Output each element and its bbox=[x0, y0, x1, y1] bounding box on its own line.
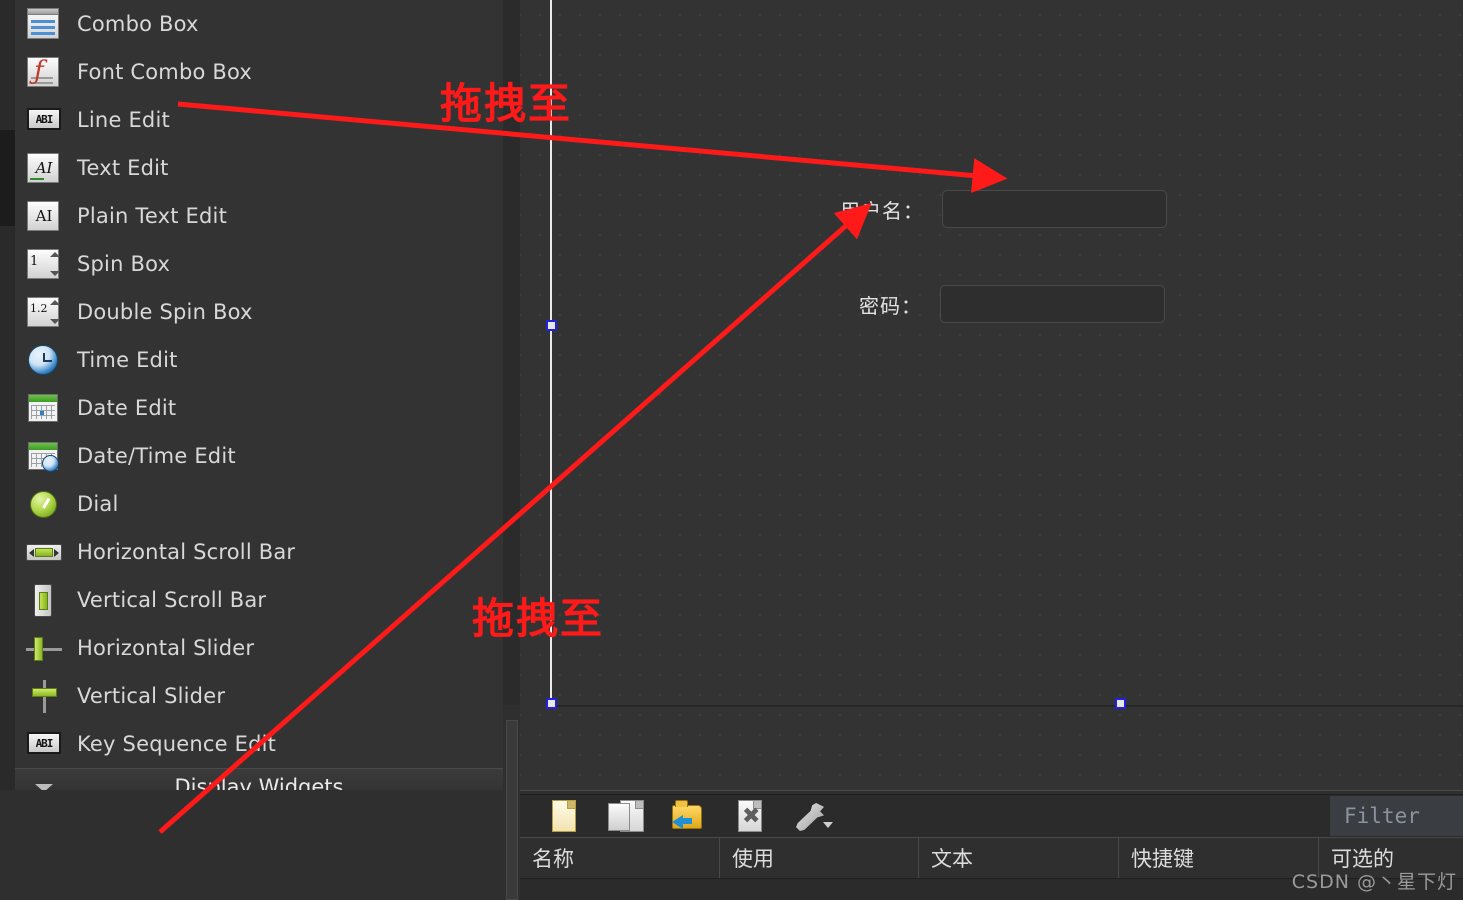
widget-item-text-edit[interactable]: AI Text Edit bbox=[15, 144, 503, 192]
column-header-text[interactable]: 文本 bbox=[919, 838, 1119, 878]
column-header-used[interactable]: 使用 bbox=[720, 838, 919, 878]
widget-item-label: Vertical Slider bbox=[77, 684, 226, 708]
action-filter-placeholder: Filter bbox=[1344, 804, 1420, 828]
dial-icon bbox=[24, 487, 64, 521]
widget-item-double-spin-box[interactable]: 1.2 Double Spin Box bbox=[15, 288, 503, 336]
widget-item-label: Key Sequence Edit bbox=[77, 732, 277, 756]
new-action-button[interactable] bbox=[542, 797, 586, 835]
widget-item-horizontal-scroll-bar[interactable]: Horizontal Scroll Bar bbox=[15, 528, 503, 576]
selection-handle-left-middle[interactable] bbox=[546, 320, 557, 331]
column-header-shortcut[interactable]: 快捷键 bbox=[1119, 838, 1319, 878]
widget-item-key-sequence-edit[interactable]: ABI Key Sequence Edit bbox=[15, 720, 503, 768]
widget-item-plain-text-edit[interactable]: AI Plain Text Edit bbox=[15, 192, 503, 240]
widget-item-vertical-slider[interactable]: Vertical Slider bbox=[15, 672, 503, 720]
paste-action-button[interactable] bbox=[666, 797, 710, 835]
widget-item-vertical-scroll-bar[interactable]: Vertical Scroll Bar bbox=[15, 576, 503, 624]
vertical-scroll-bar-icon bbox=[24, 583, 64, 617]
panel-splitter[interactable] bbox=[520, 791, 1463, 795]
widget-item-label: Date Edit bbox=[77, 396, 177, 420]
widget-box-list: Combo Box ƒ Font Combo Box ABI Line Edit bbox=[15, 0, 503, 790]
widget-item-label: Line Edit bbox=[77, 108, 170, 132]
annotation-text-drag-to-input: 拖拽至 bbox=[440, 79, 573, 128]
key-sequence-edit-icon: ABI bbox=[24, 727, 64, 761]
widget-item-label: Date/Time Edit bbox=[77, 444, 236, 468]
bottom-panel-scrollbar-thumb[interactable] bbox=[506, 720, 518, 900]
widget-item-label: Double Spin Box bbox=[77, 300, 253, 324]
widget-item-horizontal-slider[interactable]: Horizontal Slider bbox=[15, 624, 503, 672]
column-header-name[interactable]: 名称 bbox=[520, 838, 720, 878]
double-spin-box-icon: 1.2 bbox=[24, 295, 64, 329]
widget-item-label: Text Edit bbox=[77, 156, 169, 180]
selection-handle-bottom-left[interactable] bbox=[546, 698, 557, 709]
horizontal-slider-icon bbox=[24, 631, 64, 665]
widget-box-panel: Combo Box ƒ Font Combo Box ABI Line Edit bbox=[0, 0, 503, 790]
form-row-username: 用户名： bbox=[840, 190, 1167, 228]
form-design-canvas[interactable]: 用户名： 密码： bbox=[520, 0, 1463, 790]
spin-box-icon: 1 bbox=[24, 247, 64, 281]
widget-item-font-combo-box[interactable]: ƒ Font Combo Box bbox=[15, 48, 503, 96]
time-edit-icon bbox=[24, 343, 64, 377]
font-combo-box-icon: ƒ bbox=[24, 55, 64, 89]
widget-item-label: Vertical Scroll Bar bbox=[77, 588, 267, 612]
chevron-down-icon[interactable] bbox=[823, 822, 833, 828]
widget-item-label: Horizontal Slider bbox=[77, 636, 255, 660]
selection-handle-bottom-center[interactable] bbox=[1115, 698, 1126, 709]
widget-box-scrollbar[interactable] bbox=[0, 0, 15, 790]
collapse-arrow-icon[interactable] bbox=[35, 784, 53, 790]
text-edit-icon: AI bbox=[24, 151, 64, 185]
widget-item-date-time-edit[interactable]: Date/Time Edit bbox=[15, 432, 503, 480]
widget-box-scrollbar-thumb[interactable] bbox=[0, 130, 15, 226]
widget-item-label: Combo Box bbox=[77, 12, 199, 36]
widget-item-time-edit[interactable]: Time Edit bbox=[15, 336, 503, 384]
line-edit-icon: ABI bbox=[24, 103, 64, 137]
widget-item-line-edit[interactable]: ABI Line Edit bbox=[15, 96, 503, 144]
wrench-icon bbox=[796, 803, 824, 831]
date-time-edit-icon bbox=[24, 439, 64, 473]
widget-item-label: Dial bbox=[77, 492, 119, 516]
new-document-icon bbox=[552, 800, 576, 832]
plain-text-edit-icon: AI bbox=[24, 199, 64, 233]
widget-item-label: Time Edit bbox=[77, 348, 178, 372]
widget-item-spin-box[interactable]: 1 Spin Box bbox=[15, 240, 503, 288]
csdn-watermark: CSDN @丶星下灯 bbox=[1291, 871, 1457, 893]
widget-item-label: Font Combo Box bbox=[77, 60, 253, 84]
widget-item-label: Spin Box bbox=[77, 252, 171, 276]
selection-guide-horizontal bbox=[550, 705, 1463, 707]
date-edit-icon bbox=[24, 391, 64, 425]
widget-item-combo-box[interactable]: Combo Box bbox=[15, 0, 503, 48]
vertical-slider-icon bbox=[24, 679, 64, 713]
widget-item-label: Plain Text Edit bbox=[77, 204, 227, 228]
configure-button[interactable] bbox=[790, 797, 834, 835]
username-label: 用户名： bbox=[840, 198, 924, 223]
widget-item-label: Horizontal Scroll Bar bbox=[77, 540, 296, 564]
widget-item-date-edit[interactable]: Date Edit bbox=[15, 384, 503, 432]
combo-box-icon bbox=[24, 7, 64, 41]
password-input[interactable] bbox=[940, 285, 1165, 323]
widget-category-label: Display Widgets bbox=[174, 775, 344, 790]
widget-item-dial[interactable]: Dial bbox=[15, 480, 503, 528]
qt-designer-window: Combo Box ƒ Font Combo Box ABI Line Edit bbox=[0, 0, 1463, 900]
annotation-text-drag-to-label: 拖拽至 bbox=[472, 594, 605, 643]
form-row-password: 密码： bbox=[840, 285, 1165, 323]
action-filter-field[interactable]: Filter bbox=[1330, 796, 1463, 836]
action-editor-toolbar: ✖ bbox=[520, 796, 1463, 836]
widget-category-display-widgets[interactable]: Display Widgets bbox=[15, 768, 503, 790]
delete-action-button[interactable]: ✖ bbox=[728, 797, 772, 835]
horizontal-scroll-bar-icon bbox=[24, 535, 64, 569]
password-label: 密码： bbox=[859, 293, 922, 318]
username-input[interactable] bbox=[942, 190, 1167, 228]
copy-action-button[interactable] bbox=[604, 797, 648, 835]
